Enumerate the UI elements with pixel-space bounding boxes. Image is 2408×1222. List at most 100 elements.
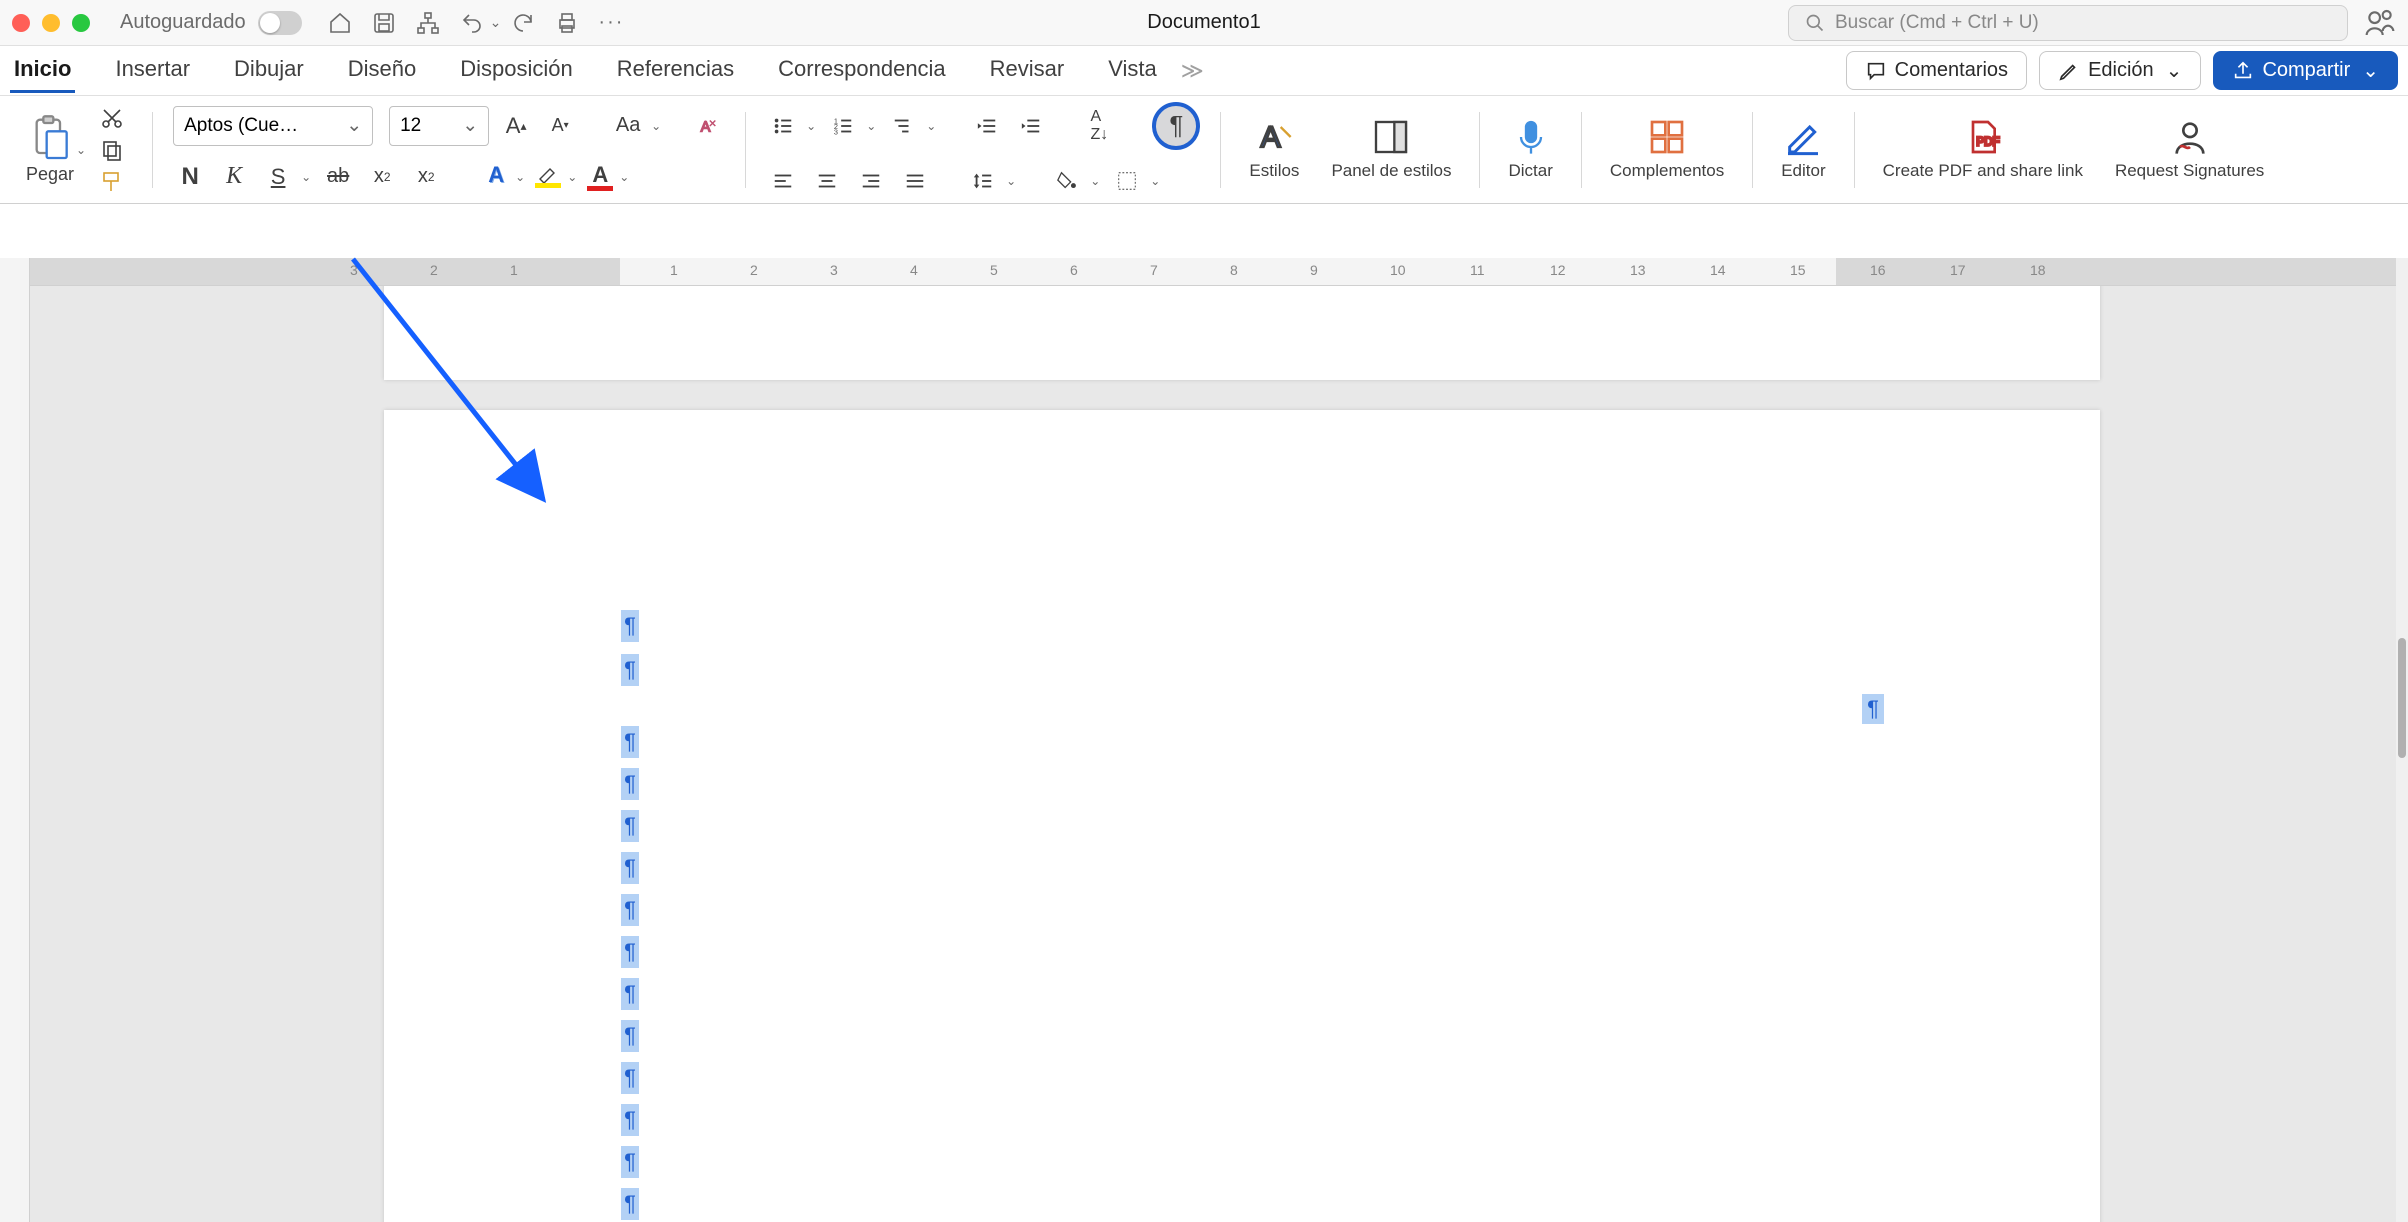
window-controls <box>12 14 90 32</box>
dropdown-icon[interactable]: ⌄ <box>806 119 816 133</box>
strikethrough-button[interactable]: ab <box>321 160 355 194</box>
save-icon[interactable] <box>370 9 398 37</box>
sort-icon[interactable]: AZ↓ <box>1082 109 1116 143</box>
ruler-tick: 5 <box>990 262 998 278</box>
autosave-label: Autoguardado <box>120 11 246 34</box>
line-spacing-icon[interactable] <box>966 164 1000 198</box>
increase-indent-icon[interactable] <box>1014 109 1048 143</box>
tab-diseno[interactable]: Diseño <box>344 48 420 93</box>
cut-icon[interactable] <box>100 106 124 130</box>
flowchart-icon[interactable] <box>414 9 442 37</box>
search-input[interactable]: Buscar (Cmd + Ctrl + U) <box>1788 5 2348 41</box>
vertical-scrollbar[interactable] <box>2396 258 2408 1222</box>
document-area: ¶ ¶ ¶ ¶ ¶ ¶ ¶ ¶ ¶ ¶ ¶ ¶ ¶ ¶ ¶ <box>0 258 2408 1222</box>
request-signatures-button[interactable]: Request Signatures <box>2107 117 2272 181</box>
more-tabs-icon[interactable]: ≫ <box>1181 58 1204 84</box>
bold-button[interactable]: N <box>173 160 207 194</box>
minimize-button[interactable] <box>42 14 60 32</box>
show-hide-marks-button[interactable]: ¶ <box>1152 102 1200 150</box>
align-right-icon[interactable] <box>854 164 888 198</box>
dropdown-icon[interactable]: ⌄ <box>651 119 661 133</box>
tab-referencias[interactable]: Referencias <box>613 48 738 93</box>
shrink-font-icon[interactable]: A▾ <box>543 109 577 143</box>
close-button[interactable] <box>12 14 30 32</box>
styles-pane-label: Panel de estilos <box>1331 161 1451 181</box>
dropdown-icon[interactable]: ⌄ <box>1150 174 1160 188</box>
superscript-button[interactable]: x2 <box>409 160 443 194</box>
font-family-select[interactable]: Aptos (Cue… ⌄ <box>173 106 373 146</box>
ruler-tick: 3 <box>350 262 358 278</box>
shading-icon[interactable] <box>1050 164 1084 198</box>
text-effects-button[interactable]: A <box>483 162 509 191</box>
editor-button[interactable]: Editor <box>1773 117 1833 181</box>
document-canvas[interactable]: ¶ ¶ ¶ ¶ ¶ ¶ ¶ ¶ ¶ ¶ ¶ ¶ ¶ ¶ ¶ <box>30 258 2408 1222</box>
paragraph-mark: ¶ <box>621 1020 639 1052</box>
numbering-icon[interactable]: 123 <box>826 109 860 143</box>
comments-button[interactable]: Comentarios <box>1846 51 2027 90</box>
italic-button[interactable]: K <box>217 160 251 194</box>
tab-insertar[interactable]: Insertar <box>111 48 194 93</box>
dropdown-icon[interactable]: ⌄ <box>301 170 311 184</box>
subscript-button[interactable]: x2 <box>365 160 399 194</box>
ruler-tick: 11 <box>1470 262 1485 278</box>
chevron-down-icon: ⌄ <box>346 114 362 137</box>
dropdown-icon[interactable]: ⌄ <box>515 170 525 184</box>
bullets-icon[interactable] <box>766 109 800 143</box>
print-icon[interactable] <box>553 9 581 37</box>
create-pdf-button[interactable]: PDF Create PDF and share link <box>1875 117 2091 181</box>
home-icon[interactable] <box>326 9 354 37</box>
dictate-button[interactable]: Dictar <box>1500 117 1560 181</box>
font-color-button[interactable]: A <box>587 162 613 191</box>
format-painter-icon[interactable] <box>100 170 124 194</box>
share-label: Compartir <box>2262 59 2350 82</box>
styles-button[interactable]: A Estilos <box>1241 117 1307 181</box>
copy-icon[interactable] <box>100 138 124 162</box>
autosave-toggle[interactable] <box>258 11 302 35</box>
tab-vista[interactable]: Vista <box>1104 48 1161 93</box>
underline-button[interactable]: S <box>261 160 295 194</box>
undo-dropdown-icon[interactable]: ⌄ <box>490 14 502 31</box>
page-current[interactable]: ¶ ¶ ¶ ¶ ¶ ¶ ¶ ¶ ¶ ¶ ¶ ¶ ¶ ¶ ¶ <box>384 410 2100 1222</box>
change-case-icon[interactable]: Aa <box>611 109 645 143</box>
dropdown-icon[interactable]: ⌄ <box>1090 174 1100 188</box>
vertical-ruler[interactable] <box>0 258 30 1222</box>
tab-inicio[interactable]: Inicio <box>10 48 75 93</box>
font-size-select[interactable]: 12 ⌄ <box>389 106 489 146</box>
align-left-icon[interactable] <box>766 164 800 198</box>
horizontal-ruler[interactable]: 321123456789101112131415161718 <box>30 258 2396 286</box>
highlight-button[interactable] <box>535 165 561 188</box>
align-center-icon[interactable] <box>810 164 844 198</box>
tab-disposicion[interactable]: Disposición <box>456 48 577 93</box>
dropdown-icon[interactable]: ⌄ <box>1006 174 1016 188</box>
ruler-tick: 15 <box>1790 262 1806 278</box>
clear-format-icon[interactable]: A <box>691 109 725 143</box>
multilevel-list-icon[interactable] <box>886 109 920 143</box>
borders-icon[interactable] <box>1110 164 1144 198</box>
dropdown-icon[interactable]: ⌄ <box>866 119 876 133</box>
share-button[interactable]: Compartir ⌄ <box>2213 51 2398 90</box>
tab-revisar[interactable]: Revisar <box>986 48 1069 93</box>
undo-icon[interactable] <box>458 9 486 37</box>
dropdown-icon[interactable]: ⌄ <box>619 170 629 184</box>
editing-button[interactable]: Edición ⌄ <box>2039 51 2201 90</box>
addins-button[interactable]: Complementos <box>1602 117 1732 181</box>
profile-icon[interactable] <box>2364 7 2396 39</box>
more-icon[interactable]: ··· <box>597 9 625 37</box>
dropdown-icon[interactable]: ⌄ <box>926 119 936 133</box>
paste-button[interactable]: Pegar <box>26 114 74 185</box>
styles-pane-button[interactable]: Panel de estilos <box>1323 117 1459 181</box>
tab-dibujar[interactable]: Dibujar <box>230 48 308 93</box>
document-title: Documento1 <box>1147 11 1260 34</box>
paste-dropdown-icon[interactable]: ⌄ <box>76 143 86 157</box>
dropdown-icon[interactable]: ⌄ <box>567 170 577 184</box>
ribbon-toolbar: Pegar ⌄ Aptos (Cue… ⌄ 12 ⌄ A▴ A▾ Aa ⌄ <box>0 96 2408 204</box>
decrease-indent-icon[interactable] <box>970 109 1004 143</box>
maximize-button[interactable] <box>72 14 90 32</box>
grow-font-icon[interactable]: A▴ <box>499 109 533 143</box>
scrollbar-thumb[interactable] <box>2398 638 2406 758</box>
tab-correspondencia[interactable]: Correspondencia <box>774 48 950 93</box>
comment-icon <box>1865 60 1887 82</box>
justify-icon[interactable] <box>898 164 932 198</box>
redo-icon[interactable] <box>509 9 537 37</box>
share-icon <box>2232 60 2254 82</box>
